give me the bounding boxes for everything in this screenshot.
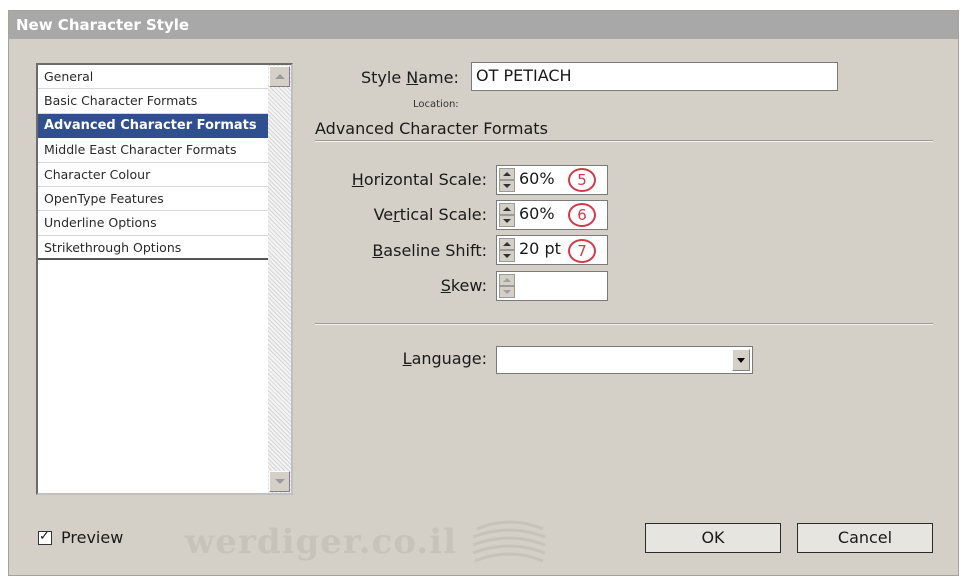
- watermark-text: werdiger.co.il: [185, 522, 457, 562]
- location-label: Location:: [413, 99, 459, 110]
- category-list[interactable]: General Basic Character Formats Advanced C…: [36, 63, 293, 495]
- horizontal-scale-label: Horizontal Scale:: [351, 170, 487, 189]
- arrow-up-icon: [503, 278, 511, 282]
- category-list-item[interactable]: Character Colour: [38, 163, 268, 187]
- section-title: Advanced Character Formats: [315, 119, 548, 138]
- decrement-button[interactable]: [499, 215, 515, 227]
- arrow-down-icon: [503, 254, 511, 258]
- divider: [315, 323, 933, 325]
- increment-button[interactable]: [499, 274, 515, 286]
- skew-label: Skew:: [440, 276, 487, 295]
- annotation-badge-6: 6: [568, 203, 596, 227]
- category-list-item[interactable]: Strikethrough Options: [38, 236, 268, 261]
- arrow-up-icon: [503, 207, 511, 211]
- checkmark-icon: ✓: [39, 529, 50, 544]
- vertical-scale-label: Vertical Scale:: [373, 205, 487, 224]
- preview-label: Preview: [61, 528, 124, 547]
- category-list-item[interactable]: General: [38, 65, 268, 90]
- skew-stepper[interactable]: [496, 271, 608, 301]
- watermark-logo-icon: [472, 520, 546, 563]
- increment-button[interactable]: [499, 203, 515, 215]
- arrow-down-icon: [503, 290, 511, 294]
- new-character-style-dialog: New Character Style General Basic Charact…: [8, 10, 959, 576]
- arrow-up-icon: [503, 242, 511, 246]
- scroll-down-button[interactable]: [269, 471, 290, 492]
- arrow-down-icon: [503, 219, 511, 223]
- chevron-up-icon: [274, 74, 285, 79]
- annotation-badge-7: 7: [568, 239, 596, 263]
- chevron-down-icon: [274, 479, 285, 484]
- category-list-item[interactable]: Advanced Character Formats: [38, 113, 268, 139]
- category-list-items: General Basic Character Formats Advanced C…: [38, 65, 268, 261]
- dialog-title: New Character Style: [16, 16, 190, 34]
- category-list-item[interactable]: Basic Character Formats: [38, 89, 268, 114]
- category-list-item[interactable]: OpenType Features: [38, 187, 268, 212]
- list-scrollbar[interactable]: [268, 65, 291, 493]
- baseline-shift-value[interactable]: 20 pt: [519, 239, 561, 258]
- annotation-badge-5: 5: [568, 168, 596, 192]
- decrement-button[interactable]: [499, 180, 515, 192]
- language-label: Language:: [402, 349, 487, 368]
- horizontal-scale-value[interactable]: 60%: [519, 169, 555, 188]
- category-list-item[interactable]: Underline Options: [38, 211, 268, 236]
- category-list-item[interactable]: Middle East Character Formats: [38, 138, 268, 163]
- ok-button[interactable]: OK: [645, 523, 781, 553]
- arrow-up-icon: [503, 172, 511, 176]
- style-name-label: Style Name:: [361, 68, 459, 87]
- language-select[interactable]: [496, 346, 753, 374]
- baseline-shift-label: Baseline Shift:: [372, 241, 487, 260]
- preview-checkbox[interactable]: ✓: [38, 529, 52, 545]
- chevron-down-icon: [737, 357, 745, 363]
- dropdown-button[interactable]: [732, 349, 750, 371]
- style-name-input[interactable]: OT PETIACH: [471, 62, 838, 91]
- decrement-button[interactable]: [499, 286, 515, 298]
- arrow-down-icon: [503, 184, 511, 188]
- decrement-button[interactable]: [499, 250, 515, 262]
- section-divider: [315, 140, 933, 142]
- increment-button[interactable]: [499, 168, 515, 180]
- cancel-button[interactable]: Cancel: [797, 523, 933, 553]
- title-bar: New Character Style: [9, 11, 958, 39]
- vertical-scale-value[interactable]: 60%: [519, 204, 555, 223]
- scroll-up-button[interactable]: [269, 66, 290, 87]
- increment-button[interactable]: [499, 238, 515, 250]
